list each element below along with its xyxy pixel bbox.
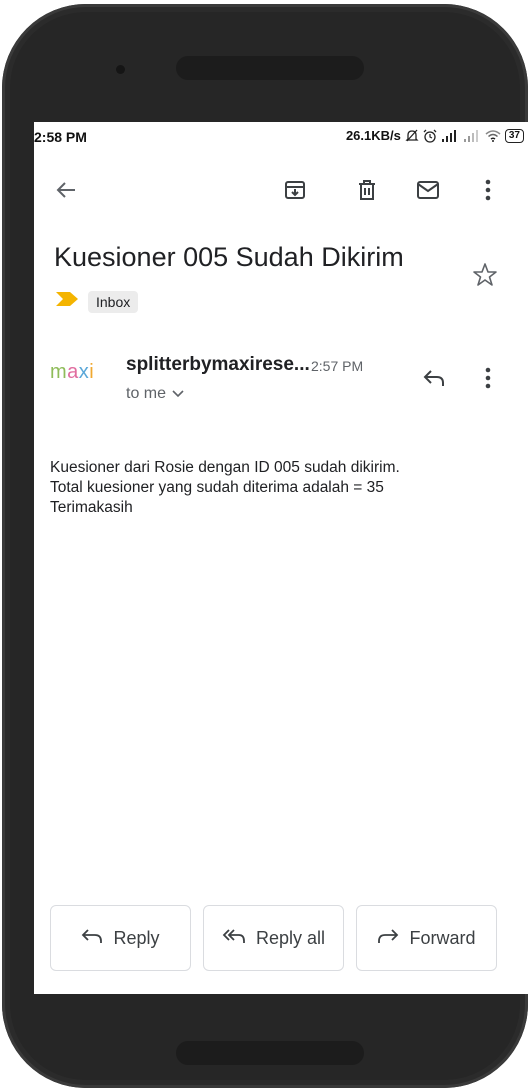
email-subject: Kuesioner 005 Sudah Dikirim: [54, 242, 404, 272]
more-vert-icon: [485, 367, 491, 394]
signal-icon: [441, 129, 459, 142]
body-line: Terimakasih: [50, 499, 133, 516]
email-body: Kuesioner dari Rosie dengan ID 005 sudah…: [50, 458, 520, 518]
action-bar: Reply Reply all Forward: [50, 905, 512, 971]
body-line: Total kuesioner yang sudah diterima adal…: [50, 479, 384, 496]
mark-unread-button[interactable]: [412, 176, 444, 208]
reply-icon: [81, 928, 103, 949]
sender-name[interactable]: splitterbymaxirese...: [126, 354, 310, 376]
sender-avatar[interactable]: maxi: [50, 361, 94, 384]
label-row: Inbox: [54, 290, 139, 313]
forward-label: Forward: [409, 927, 476, 948]
important-marker-icon[interactable]: [54, 290, 80, 313]
forward-icon: [377, 928, 399, 949]
arrow-left-icon: [55, 179, 77, 206]
front-camera: [116, 65, 125, 74]
label-chip-inbox[interactable]: Inbox: [88, 290, 139, 313]
earpiece-speaker: [176, 56, 364, 80]
reply-all-label: Reply all: [255, 927, 326, 948]
battery-indicator: 37: [504, 128, 524, 143]
archive-button[interactable]: [279, 176, 311, 208]
mute-icon: [405, 129, 419, 143]
delete-button[interactable]: [351, 176, 383, 208]
status-icons: 26.1KB/s 37: [346, 128, 524, 143]
reply-all-icon: [222, 928, 246, 949]
bottom-speaker: [176, 1041, 364, 1065]
signal-weak-icon: [463, 129, 481, 142]
trash-icon: [356, 179, 378, 206]
more-vert-icon: [485, 179, 491, 206]
message-more-button[interactable]: [472, 364, 504, 396]
back-button[interactable]: [50, 176, 82, 208]
recipient-label: to me: [126, 385, 167, 402]
recipient-details[interactable]: to me: [126, 385, 184, 403]
reply-icon-button[interactable]: [418, 364, 450, 396]
sent-time: 2:57 PM: [311, 358, 364, 374]
phone-screen: 2:58 PM 26.1KB/s 37 Kuesioner 005 Sudah …: [34, 122, 528, 994]
alarm-icon: [423, 129, 437, 143]
status-bar: 2:58 PM 26.1KB/s 37: [34, 122, 528, 154]
mail-icon: [416, 180, 440, 205]
chevron-down-icon: [172, 385, 184, 403]
reply-label: Reply: [113, 927, 160, 948]
body-line: Kuesioner dari Rosie dengan ID 005 sudah…: [50, 459, 400, 476]
status-time: 2:58 PM: [34, 129, 87, 145]
network-speed: 26.1KB/s: [345, 128, 401, 143]
star-icon: [472, 263, 498, 292]
more-options-button[interactable]: [472, 176, 504, 208]
reply-icon: [423, 369, 445, 392]
star-button[interactable]: [472, 262, 498, 293]
wifi-icon: [485, 129, 501, 142]
forward-button[interactable]: Forward: [356, 905, 497, 971]
phone-frame: 2:58 PM 26.1KB/s 37 Kuesioner 005 Sudah …: [2, 4, 528, 1088]
email-toolbar: [34, 172, 528, 212]
reply-button[interactable]: Reply: [50, 905, 191, 971]
reply-all-button[interactable]: Reply all: [203, 905, 344, 971]
archive-icon: [284, 179, 306, 206]
